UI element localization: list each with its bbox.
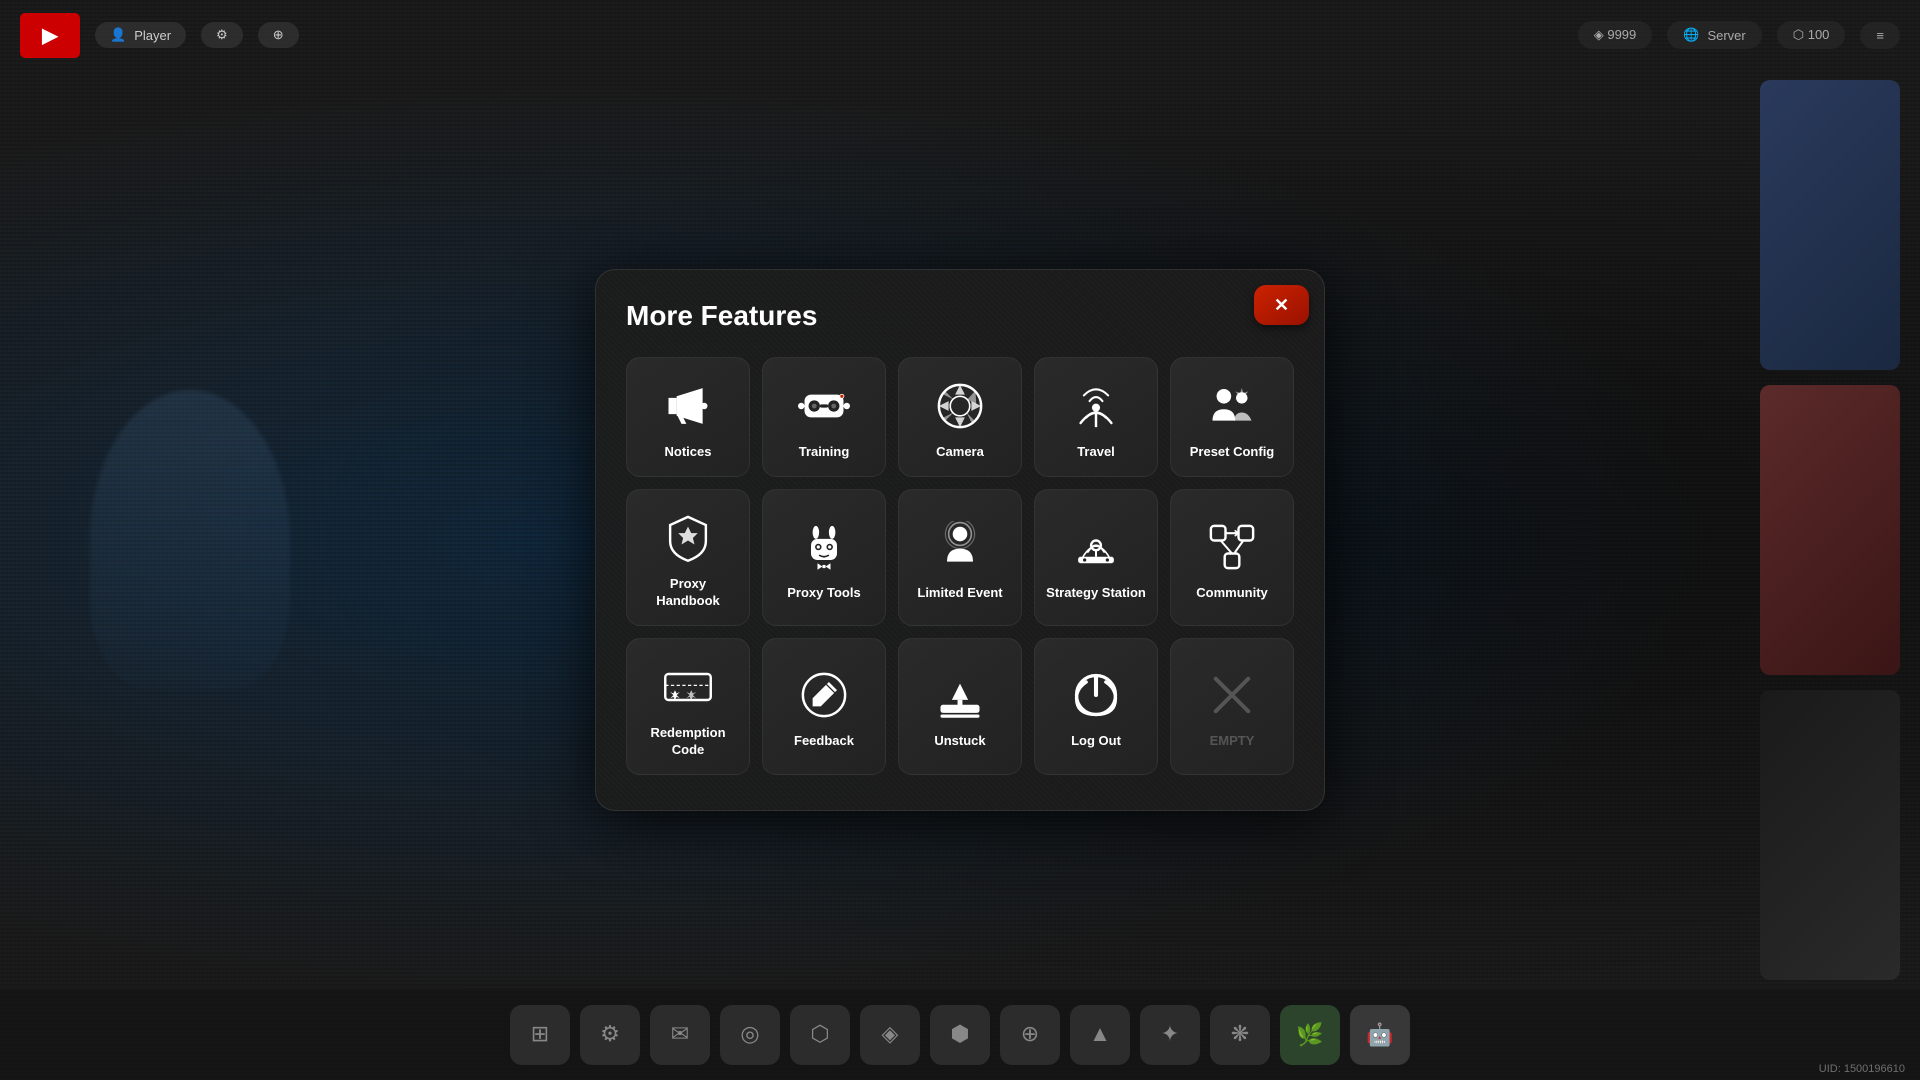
empty-label: EMPTY xyxy=(1210,733,1255,750)
community-icon xyxy=(1204,519,1260,575)
more-features-modal: More Features Notices xyxy=(595,269,1325,811)
preset-config-label: Preset Config xyxy=(1190,444,1275,461)
feature-training[interactable]: Training xyxy=(762,357,886,477)
travel-icon xyxy=(1068,378,1124,434)
feature-proxy-handbook[interactable]: Proxy Handbook xyxy=(626,489,750,626)
empty-icon xyxy=(1204,667,1260,723)
feature-preset-config[interactable]: Preset Config xyxy=(1170,357,1294,477)
log-out-icon xyxy=(1068,667,1124,723)
feature-notices[interactable]: Notices xyxy=(626,357,750,477)
preset-config-icon xyxy=(1204,378,1260,434)
log-out-label: Log Out xyxy=(1071,733,1121,750)
strategy-station-icon xyxy=(1068,519,1124,575)
limited-event-icon xyxy=(932,519,988,575)
feature-feedback[interactable]: Feedback xyxy=(762,638,886,775)
strategy-station-label: Strategy Station xyxy=(1046,585,1146,602)
feedback-icon xyxy=(796,667,852,723)
notices-label: Notices xyxy=(665,444,712,461)
travel-label: Travel xyxy=(1077,444,1115,461)
feature-limited-event[interactable]: Limited Event xyxy=(898,489,1022,626)
feedback-label: Feedback xyxy=(794,733,854,750)
training-icon xyxy=(796,378,852,434)
unstuck-icon xyxy=(932,667,988,723)
feature-redemption-code[interactable]: Redemption Code xyxy=(626,638,750,775)
camera-label: Camera xyxy=(936,444,984,461)
feature-community[interactable]: Community xyxy=(1170,489,1294,626)
limited-event-label: Limited Event xyxy=(917,585,1002,602)
feature-unstuck[interactable]: Unstuck xyxy=(898,638,1022,775)
proxy-handbook-icon xyxy=(660,510,716,566)
feature-log-out[interactable]: Log Out xyxy=(1034,638,1158,775)
unstuck-label: Unstuck xyxy=(934,733,985,750)
redemption-code-icon xyxy=(660,659,716,715)
proxy-tools-icon xyxy=(796,519,852,575)
proxy-tools-label: Proxy Tools xyxy=(787,585,860,602)
modal-overlay: More Features Notices xyxy=(0,0,1920,1080)
close-button[interactable] xyxy=(1254,285,1309,325)
redemption-code-label: Redemption Code xyxy=(637,725,739,759)
notices-icon xyxy=(660,378,716,434)
community-label: Community xyxy=(1196,585,1268,602)
proxy-handbook-label: Proxy Handbook xyxy=(637,576,739,610)
feature-strategy-station[interactable]: Strategy Station xyxy=(1034,489,1158,626)
modal-title: More Features xyxy=(626,300,1294,332)
feature-travel[interactable]: Travel xyxy=(1034,357,1158,477)
feature-proxy-tools[interactable]: Proxy Tools xyxy=(762,489,886,626)
training-label: Training xyxy=(799,444,850,461)
features-grid: Notices xyxy=(626,357,1294,775)
feature-empty: EMPTY xyxy=(1170,638,1294,775)
feature-camera[interactable]: Camera xyxy=(898,357,1022,477)
camera-icon xyxy=(932,378,988,434)
